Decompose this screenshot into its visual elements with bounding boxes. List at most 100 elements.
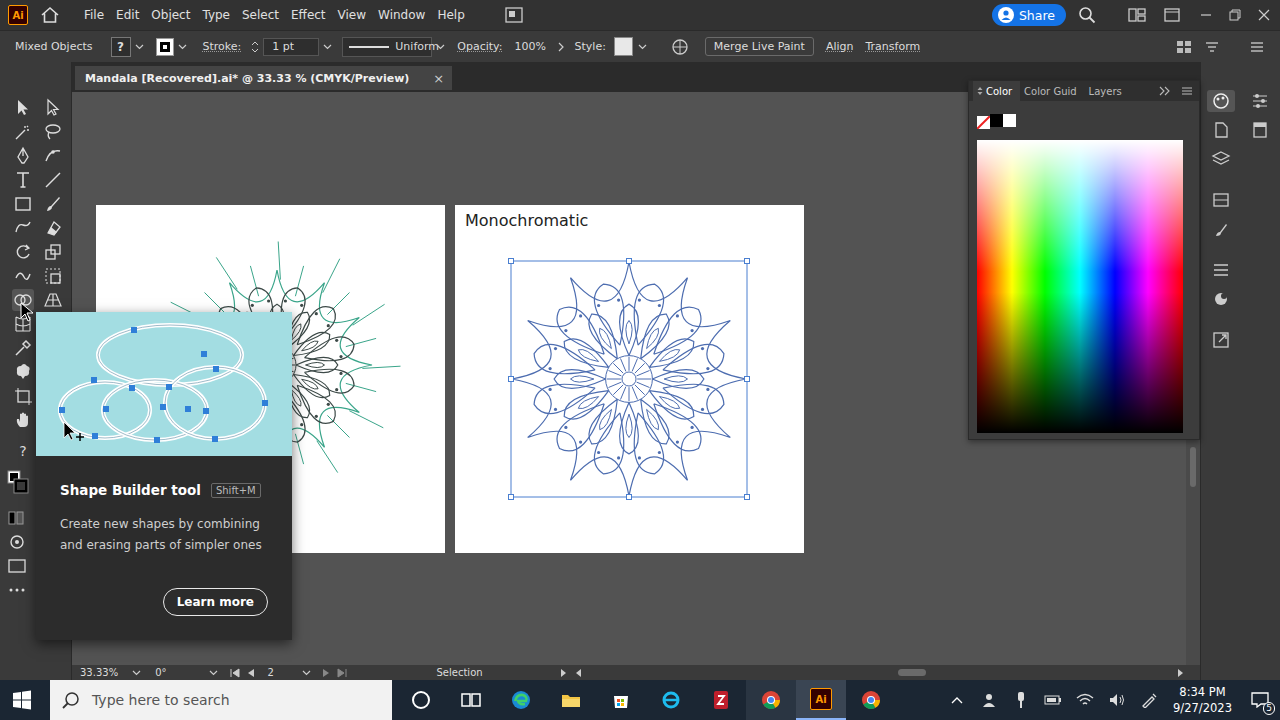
arrange-documents-icon[interactable] — [505, 7, 523, 23]
minimize-icon[interactable] — [1200, 9, 1212, 21]
illustrator-taskbar-button[interactable]: Ai — [796, 680, 846, 720]
menu-item[interactable]: Help — [431, 8, 470, 22]
appearance-icon[interactable] — [1207, 288, 1235, 310]
task-view[interactable] — [446, 680, 496, 720]
volume-icon[interactable] — [1101, 680, 1133, 720]
last-artboard-icon[interactable] — [337, 668, 347, 678]
scroll-right-icon[interactable] — [1176, 668, 1184, 678]
panel-tab[interactable]: Color Guid — [1020, 81, 1085, 101]
transform-button[interactable]: Transform — [865, 40, 920, 53]
tool-icon[interactable] — [42, 265, 64, 287]
stroke-weight-field[interactable]: 1 pt — [263, 38, 319, 56]
tool-icon[interactable] — [12, 145, 34, 167]
status-menu-icon[interactable] — [559, 668, 567, 678]
draw-mode-icon[interactable] — [6, 531, 28, 553]
learn-more-button[interactable]: Learn more — [163, 588, 268, 616]
artboard-number[interactable]: 2 — [268, 667, 302, 678]
people-icon[interactable] — [973, 680, 1005, 720]
tool-icon[interactable] — [12, 265, 34, 287]
menu-item[interactable]: Object — [145, 8, 196, 22]
menu-item[interactable]: Window — [372, 8, 431, 22]
style-swatch[interactable] — [614, 37, 633, 56]
next-artboard-icon[interactable] — [321, 668, 331, 678]
properties-icon[interactable] — [1207, 119, 1235, 141]
tool-icon[interactable] — [12, 217, 34, 239]
dropdown-icon[interactable] — [638, 42, 647, 51]
tool-icon[interactable] — [12, 385, 34, 407]
panel-menu-icon[interactable] — [1250, 41, 1264, 53]
battery-icon[interactable] — [1037, 680, 1069, 720]
align-button[interactable]: Align — [826, 40, 854, 53]
menu-item[interactable]: Select — [236, 8, 285, 22]
opacity-field[interactable]: 100% — [509, 38, 557, 56]
tool-icon[interactable] — [12, 97, 34, 119]
search-box[interactable]: Type here to search — [50, 680, 392, 720]
first-artboard-icon[interactable] — [230, 668, 240, 678]
stroke-icon[interactable] — [1207, 259, 1235, 281]
dropdown-icon[interactable] — [436, 42, 445, 51]
menu-item[interactable]: File — [78, 8, 110, 22]
panel-tab[interactable]: Layers — [1085, 81, 1130, 101]
color-panel-icon[interactable] — [1207, 90, 1235, 112]
notification-center[interactable]: 5 — [1240, 680, 1280, 720]
layers-icon[interactable] — [1207, 148, 1235, 170]
profile-field[interactable]: Uniform — [342, 37, 432, 57]
export-icon[interactable] — [1207, 329, 1235, 351]
dropdown-icon[interactable] — [135, 42, 144, 51]
dropdown-icon[interactable] — [209, 668, 218, 677]
previous-artboard-icon[interactable] — [246, 668, 256, 678]
mandala-artwork[interactable] — [455, 205, 804, 553]
tool-icon[interactable] — [12, 409, 34, 431]
show-hidden-icons-icon[interactable] — [941, 680, 973, 720]
zoom-level[interactable]: 33.33% — [80, 667, 118, 678]
tool-icon[interactable] — [42, 289, 64, 311]
menu-item[interactable]: View — [332, 8, 372, 22]
panel-tab[interactable]: Color — [973, 81, 1020, 101]
screen-mode-icon[interactable] — [6, 555, 28, 577]
internet-explorer[interactable] — [646, 680, 696, 720]
spinner-icon[interactable] — [251, 40, 259, 54]
tool-icon[interactable] — [12, 193, 34, 215]
more-tools-icon[interactable] — [6, 579, 28, 601]
tool-icon[interactable] — [42, 169, 64, 191]
brushes-icon[interactable] — [1207, 218, 1235, 240]
recolor-icon[interactable] — [671, 38, 689, 56]
dropdown-icon[interactable] — [323, 42, 332, 51]
menu-item[interactable]: Edit — [110, 8, 145, 22]
chrome[interactable] — [746, 680, 796, 720]
share-button[interactable]: Share — [992, 4, 1066, 26]
horizontal-scrollbar[interactable] — [593, 668, 1166, 677]
home-icon[interactable] — [40, 6, 60, 24]
opacity-label[interactable]: Opacity: — [457, 40, 502, 53]
dropdown-icon[interactable] — [178, 42, 187, 51]
isolate-icon[interactable] — [1204, 40, 1220, 54]
chrome-window[interactable] — [846, 680, 896, 720]
dropdown-icon[interactable] — [302, 668, 311, 677]
tool-icon[interactable] — [12, 361, 34, 383]
pen-input-icon[interactable] — [1133, 680, 1165, 720]
close-icon[interactable] — [1258, 9, 1270, 21]
tool-icon[interactable] — [42, 193, 64, 215]
black-swatch[interactable] — [990, 114, 1003, 127]
chevron-right-icon[interactable] — [557, 42, 565, 52]
fill-stroke-widget[interactable] — [6, 469, 30, 503]
tool-icon[interactable] — [42, 97, 64, 119]
tool-icon[interactable] — [12, 337, 34, 359]
panel-menu-icon[interactable] — [1181, 86, 1193, 96]
color-mode-icon[interactable] — [6, 507, 28, 529]
dropdown-icon[interactable] — [132, 668, 141, 677]
tool-icon[interactable] — [42, 217, 64, 239]
document-tab[interactable]: Mandala [Recovered].ai* @ 33.33 % (CMYK/… — [75, 66, 452, 90]
tool-icon[interactable] — [12, 169, 34, 191]
close-tab-button[interactable]: × — [433, 71, 444, 86]
stroke-swatch[interactable] — [156, 38, 174, 56]
merge-live-paint-button[interactable]: Merge Live Paint — [705, 37, 814, 56]
workspace-icon[interactable] — [1128, 8, 1146, 22]
tool-icon[interactable] — [12, 241, 34, 263]
current-tool[interactable]: Selection — [437, 667, 483, 678]
search-icon[interactable] — [1078, 6, 1096, 24]
stroke-label[interactable]: Stroke: — [203, 40, 242, 53]
white-swatch[interactable] — [1003, 114, 1016, 127]
edge[interactable] — [496, 680, 546, 720]
tool-icon[interactable] — [12, 121, 34, 143]
